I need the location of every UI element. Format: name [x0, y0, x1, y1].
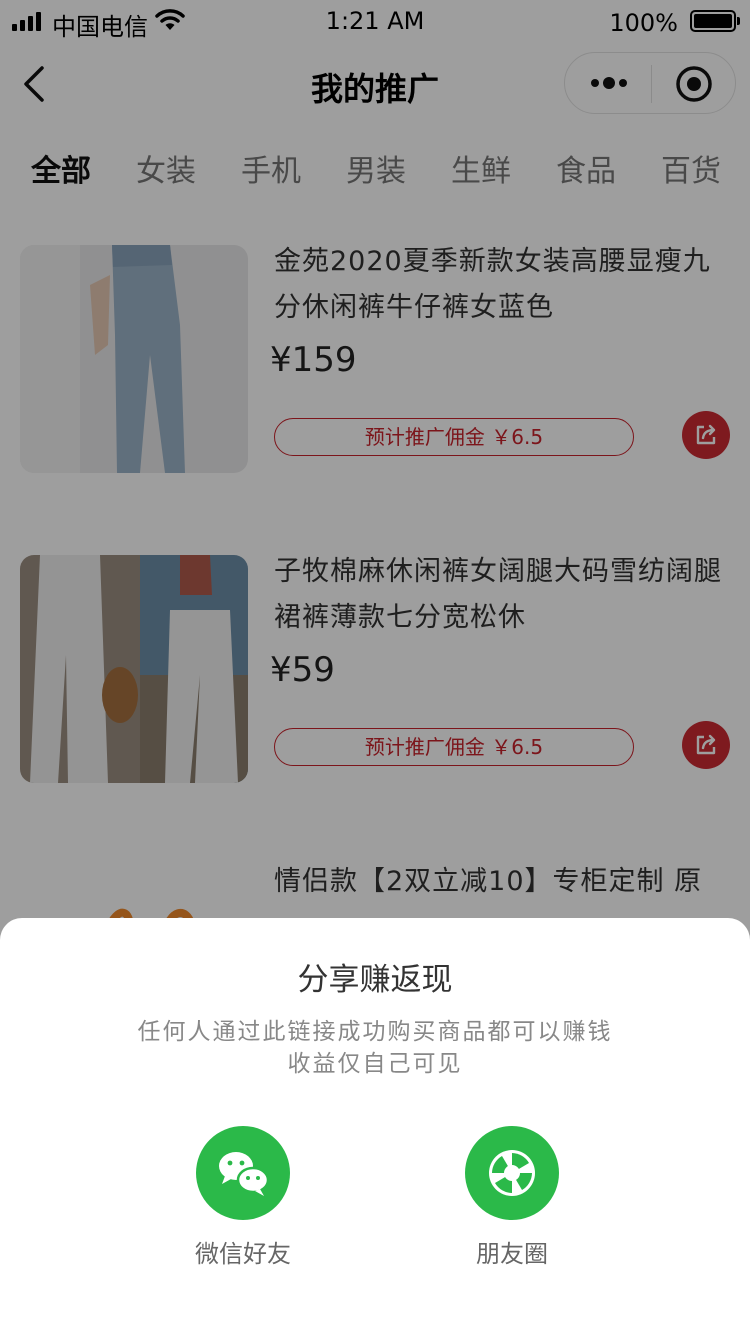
moments-icon [465, 1126, 559, 1220]
share-moments-button[interactable]: 朋友圈 [432, 1126, 592, 1276]
share-option-label: 朋友圈 [476, 1240, 548, 1268]
share-desc-line: 任何人通过此链接成功购买商品都可以赚钱 [137, 1019, 613, 1045]
share-sheet: 分享赚返现 任何人通过此链接成功购买商品都可以赚钱 收益仅自己可见 微信好友 朋… [0, 918, 750, 1334]
share-sheet-title: 分享赚返现 [297, 962, 453, 998]
share-sheet-description: 任何人通过此链接成功购买商品都可以赚钱 收益仅自己可见 [0, 1016, 750, 1080]
wechat-icon [196, 1126, 290, 1220]
share-desc-line: 收益仅自己可见 [287, 1051, 463, 1077]
share-option-label: 微信好友 [195, 1240, 291, 1268]
share-wechat-friend-button[interactable]: 微信好友 [163, 1126, 323, 1276]
